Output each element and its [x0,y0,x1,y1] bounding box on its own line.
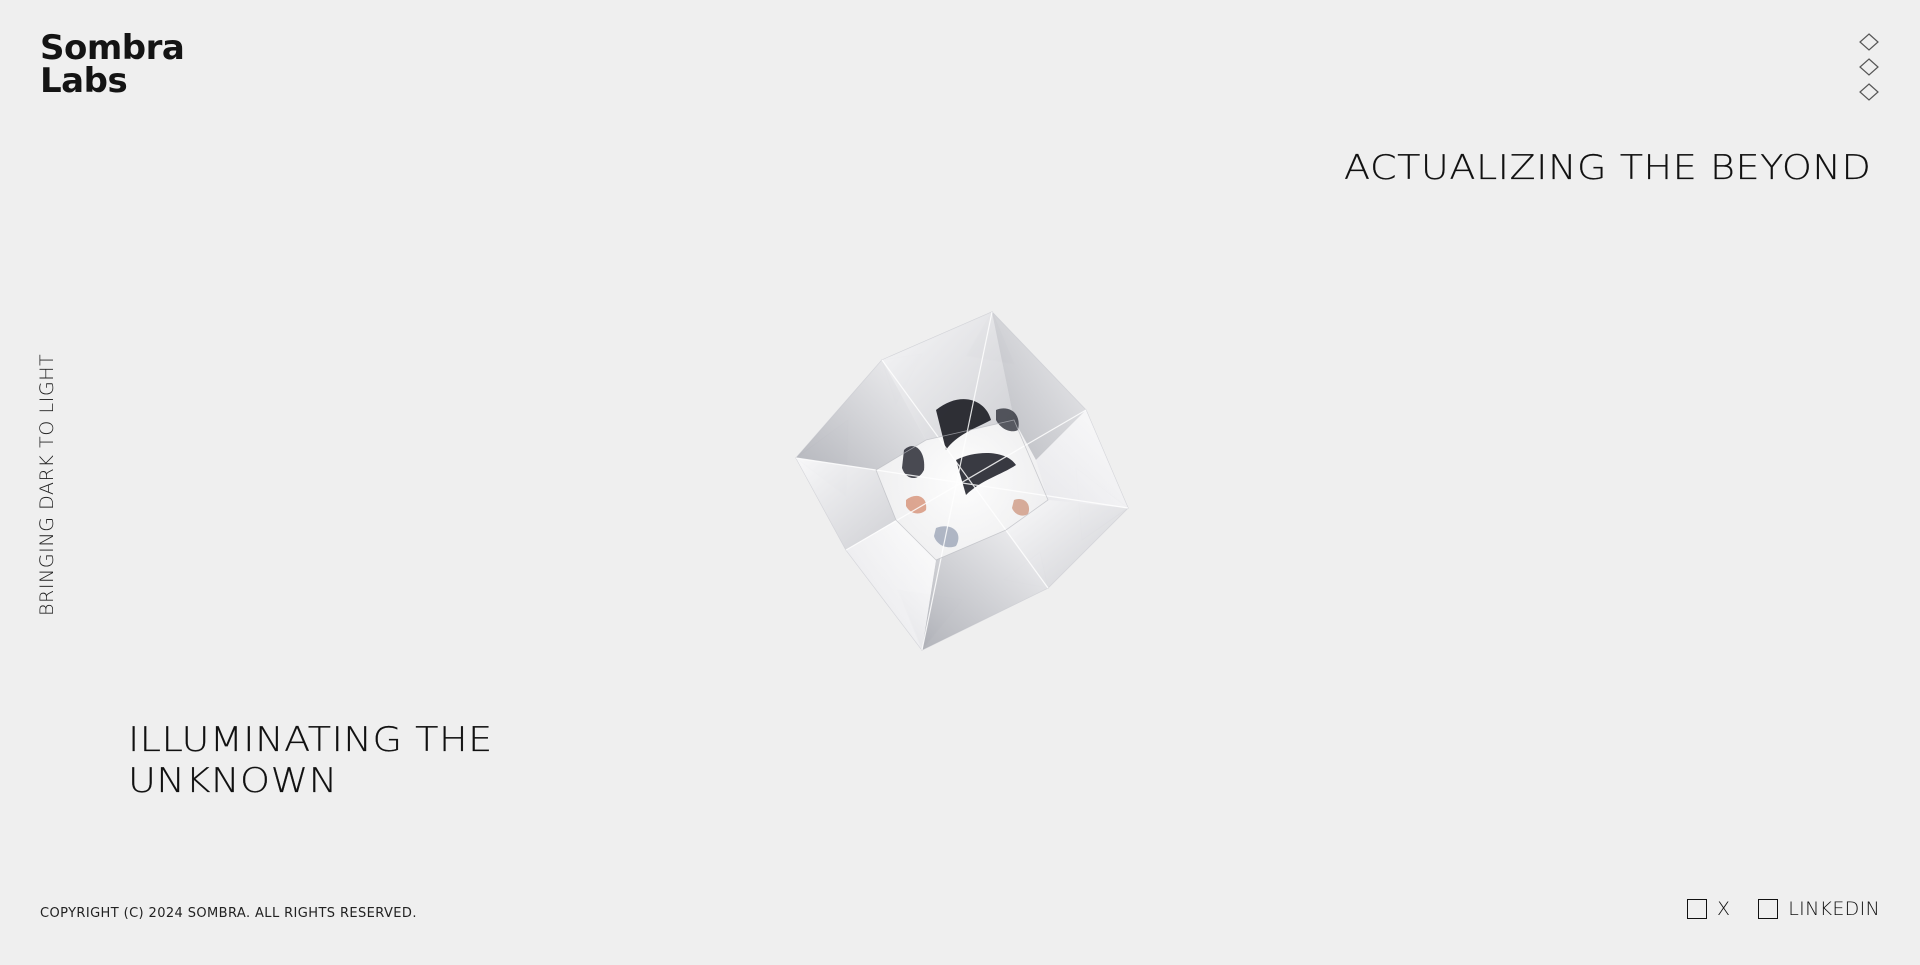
copyright-text: COPYRIGHT (C) 2024 SOMBRA. ALL RIGHTS RE… [40,906,417,921]
headline-illuminating-line-2: UNKNOWN [128,761,338,801]
headline-illuminating-line-1: ILLUMINATING THE [128,720,493,760]
headline-illuminating: ILLUMINATING THE UNKNOWN [128,720,493,802]
social-link-linkedin[interactable]: LINKEDIN [1758,898,1880,920]
social-link-linkedin-label: LINKEDIN [1788,898,1880,920]
vertical-tagline: BRINGING DARK TO LIGHT [36,353,58,616]
social-link-x-label: X [1716,898,1731,920]
square-icon [1686,899,1707,919]
brand-logo[interactable]: Sombra Labs [40,28,185,102]
headline-actualizing: ACTUALIZING THE BEYOND [1344,148,1872,188]
social-link-x[interactable]: X [1686,898,1731,920]
page: Sombra Labs ACTUALIZING THE BEYOND BRING… [0,0,1920,965]
square-icon [1758,899,1779,919]
social-links: X LINKEDIN [1686,898,1880,920]
diamond-menu-icon[interactable] [1858,32,1880,104]
crystal-star-image [786,300,1136,662]
brand-logo-line-1: Sombra [40,28,185,68]
brand-logo-line-2: Labs [40,61,128,102]
